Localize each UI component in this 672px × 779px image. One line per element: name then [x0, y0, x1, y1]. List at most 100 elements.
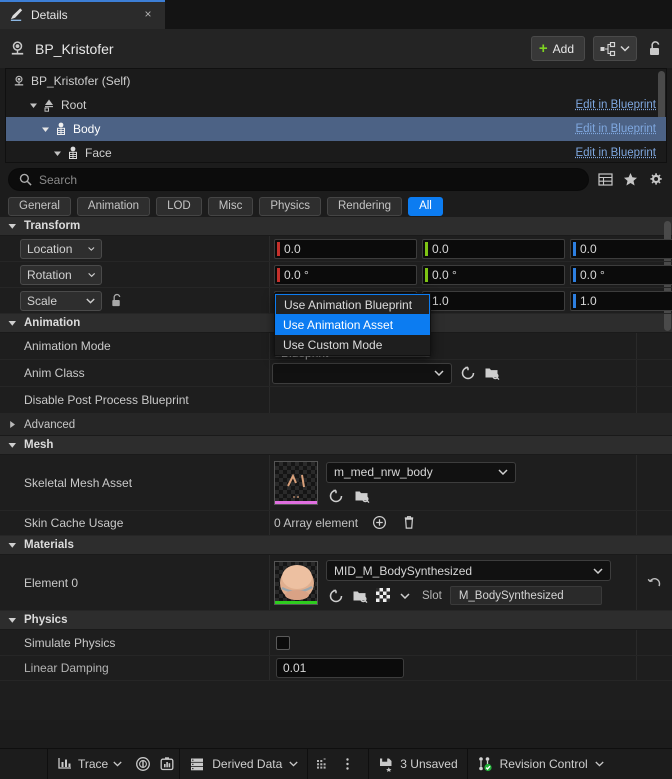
dropdown-option-use-animation-blueprint[interactable]: Use Animation Blueprint: [275, 294, 430, 315]
skeletal-mesh-dropdown[interactable]: m_med_nrw_body: [326, 461, 516, 483]
skeletal-mesh-thumbnail[interactable]: [274, 460, 318, 505]
edit-in-blueprint-link[interactable]: Edit in Blueprint: [575, 147, 656, 159]
rotation-x-input[interactable]: 0.0 °: [274, 264, 417, 285]
material-dropdown[interactable]: MID_M_BodySynthesized: [326, 560, 611, 581]
browse-asset-icon[interactable]: [484, 365, 500, 381]
scale-y-input[interactable]: 1.0: [422, 290, 565, 311]
location-z-input[interactable]: 0.0: [570, 238, 672, 259]
rotation-y-input[interactable]: 0.0 °: [422, 264, 565, 285]
filter-lod[interactable]: LOD: [156, 196, 202, 216]
status-revision-control[interactable]: Revision Control: [468, 749, 613, 779]
section-materials[interactable]: Materials: [0, 536, 672, 555]
filter-animation[interactable]: Animation: [76, 196, 151, 216]
chevron-down-icon[interactable]: [28, 100, 39, 111]
scale-z-input[interactable]: 1.0: [570, 290, 672, 311]
tree-row-self[interactable]: BP_Kristofer (Self): [6, 69, 666, 93]
tab-details-label: Details: [31, 7, 68, 22]
checker-icon[interactable]: [376, 587, 392, 604]
slot-name-field[interactable]: M_BodySynthesized: [449, 586, 602, 605]
row-tail: [636, 387, 672, 413]
star-favorite-icon[interactable]: [623, 172, 639, 188]
dropdown-option-use-animation-asset[interactable]: Use Animation Asset: [275, 315, 430, 335]
browse-asset-icon[interactable]: [354, 488, 370, 504]
component-graph-button[interactable]: [593, 36, 637, 61]
dropdown-option-use-custom-mode[interactable]: Use Custom Mode: [275, 335, 430, 355]
section-advanced[interactable]: Advanced: [0, 414, 672, 436]
edit-in-blueprint-link[interactable]: Edit in Blueprint: [575, 123, 656, 135]
status-overflow-menu[interactable]: [338, 749, 368, 779]
use-selected-asset-icon[interactable]: [328, 488, 344, 504]
actor-icon: [12, 74, 26, 88]
status-content-grid[interactable]: [308, 749, 338, 779]
linear-damping-value: 0.01: [270, 658, 636, 678]
cpu-profiler-icon: [135, 756, 151, 772]
location-x-input[interactable]: 0.0: [274, 238, 417, 259]
lock-details-button[interactable]: [645, 36, 665, 61]
chevron-down-icon: [8, 541, 17, 550]
status-memory-profiler[interactable]: [155, 749, 179, 779]
use-selected-asset-icon[interactable]: [328, 588, 344, 604]
chevron-down-icon[interactable]: [400, 592, 410, 599]
material-thumbnail[interactable]: [274, 560, 318, 605]
row-label-cell: Scale: [0, 288, 270, 313]
status-trace[interactable]: Trace: [48, 749, 131, 779]
plus-circle-icon[interactable]: [372, 515, 388, 531]
filter-all[interactable]: All: [408, 196, 443, 216]
asset-type-bar: [275, 600, 317, 604]
status-cpu-profiler[interactable]: [131, 749, 155, 779]
filter-rendering[interactable]: Rendering: [326, 196, 403, 216]
use-selected-asset-icon[interactable]: [460, 365, 476, 381]
linear-damping-input[interactable]: 0.01: [276, 658, 404, 678]
scale-lock-icon[interactable]: [110, 293, 125, 308]
revision-control-icon: [477, 756, 493, 772]
tab-details[interactable]: Details ×: [0, 0, 165, 29]
status-derived-data[interactable]: Derived Data: [180, 749, 307, 779]
close-icon[interactable]: ×: [141, 7, 155, 22]
trash-icon[interactable]: [402, 515, 418, 531]
table-view-icon[interactable]: [598, 172, 614, 188]
location-y-input[interactable]: 0.0: [422, 238, 565, 259]
property-panel: Transform Location 0.0 0.0 0.0 Rotation …: [0, 217, 672, 720]
search-box[interactable]: [8, 168, 589, 191]
chevron-down-icon: [87, 272, 95, 277]
filter-tabs: General Animation LOD Misc Physics Rende…: [0, 193, 672, 217]
section-mesh[interactable]: Mesh: [0, 436, 672, 455]
row-location: Location 0.0 0.0 0.0: [0, 236, 672, 262]
row-rotation: Rotation 0.0 ° 0.0 ° 0.0 °: [0, 262, 672, 288]
animation-mode-dropdown-menu[interactable]: Use Animation Blueprint Use Animation As…: [274, 293, 431, 356]
add-component-button[interactable]: + Add: [530, 36, 585, 61]
filter-general[interactable]: General: [8, 196, 71, 216]
chevron-down-icon[interactable]: [40, 124, 51, 135]
scene-root-icon: [42, 98, 56, 112]
section-physics[interactable]: Physics: [0, 611, 672, 630]
edit-in-blueprint-link[interactable]: Edit in Blueprint: [575, 99, 656, 111]
skin-cache-value: 0 Array element: [270, 515, 636, 531]
tree-row-face[interactable]: Face Edit in Blueprint: [6, 141, 666, 162]
tree-row-root[interactable]: Root Edit in Blueprint: [6, 93, 666, 117]
status-unsaved[interactable]: 3 Unsaved: [369, 749, 466, 779]
row-tail: [636, 333, 672, 359]
search-input[interactable]: [39, 172, 578, 187]
tree-row-body[interactable]: Body Edit in Blueprint: [6, 117, 666, 141]
location-dropdown[interactable]: Location: [20, 238, 102, 259]
rotation-z-input[interactable]: 0.0 °: [570, 264, 672, 285]
row-tail: [636, 455, 672, 510]
rotation-dropdown[interactable]: Rotation: [20, 264, 102, 285]
simulate-physics-checkbox[interactable]: [276, 635, 290, 650]
chevron-down-icon[interactable]: [52, 148, 63, 159]
reset-arrow-icon[interactable]: [647, 575, 663, 591]
scale-dropdown[interactable]: Scale: [20, 290, 102, 311]
skeletal-mesh-icon: [66, 146, 80, 160]
anim-class-value: [270, 362, 636, 384]
simulate-physics-value: [270, 635, 636, 650]
section-transform[interactable]: Transform: [0, 217, 672, 236]
browse-asset-icon[interactable]: [352, 588, 368, 604]
row-tail: [636, 360, 672, 386]
chevron-down-icon: [289, 761, 298, 767]
gear-settings-icon[interactable]: [648, 172, 664, 188]
row-label-cell: Animation Mode: [0, 333, 270, 359]
skeletal-mesh-icon: [54, 122, 68, 136]
anim-class-dropdown[interactable]: [272, 362, 452, 384]
filter-physics[interactable]: Physics: [259, 196, 321, 216]
filter-misc[interactable]: Misc: [207, 196, 254, 216]
